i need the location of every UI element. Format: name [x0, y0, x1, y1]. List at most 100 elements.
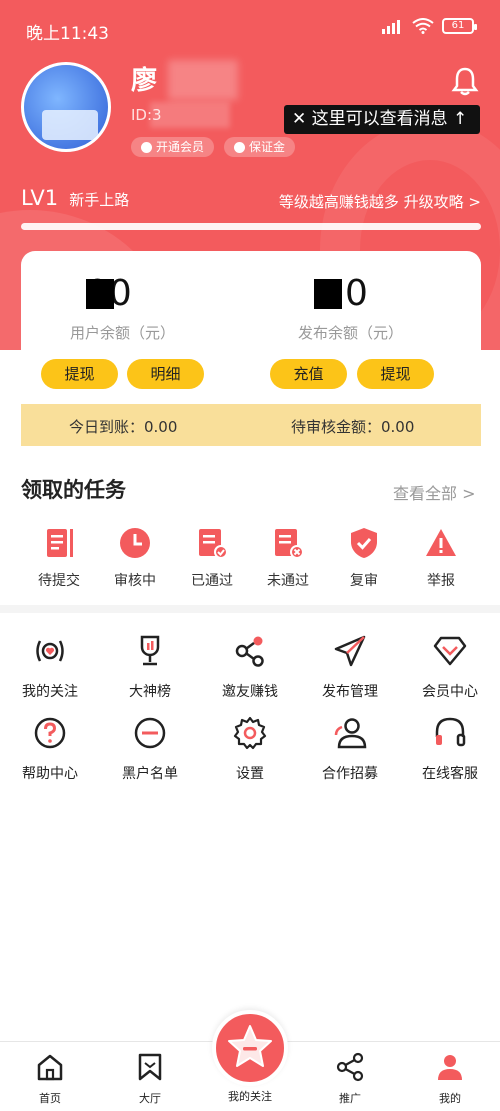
document-icon: [47, 529, 73, 557]
paper-plane-icon: [334, 635, 366, 667]
grid-label: 发布管理: [322, 684, 378, 700]
section-divider: [0, 605, 500, 613]
username: 廖: [131, 66, 162, 96]
avatar[interactable]: [21, 62, 111, 152]
task-rejected[interactable]: 未通过: [248, 526, 328, 590]
nav-home[interactable]: 首页: [20, 1052, 80, 1106]
diamond-icon: [141, 141, 152, 153]
shield-check-icon: [351, 528, 377, 558]
level-row: LV1 新手上路 等级越高赚钱越多 升级攻略 >: [21, 186, 481, 212]
status-time: 晚上11:43: [26, 24, 109, 44]
nav-hall[interactable]: 大厅: [120, 1052, 180, 1106]
task-re-review[interactable]: 复审: [324, 526, 404, 590]
grid-online-service[interactable]: 在线客服: [400, 715, 500, 783]
deposit-tag[interactable]: 保证金: [224, 137, 296, 157]
grid-help-center[interactable]: 帮助中心: [0, 715, 100, 783]
today-received: 今日到账：0.00: [69, 418, 178, 436]
diamond-icon: [433, 636, 467, 666]
user-icon: [438, 1055, 462, 1080]
grid-label: 黑户名单: [122, 766, 178, 782]
vip-tag-label: 开通会员: [156, 140, 205, 154]
grid-my-follow[interactable]: 我的关注: [0, 633, 100, 701]
user-id-mask: [150, 102, 230, 128]
grid-partner-recruit[interactable]: 合作招募: [300, 715, 400, 783]
home-icon: [37, 1054, 63, 1081]
balance-summary: 今日到账：0.00 待审核金额：0.00: [21, 404, 481, 446]
grid-label: 大神榜: [129, 684, 171, 700]
question-icon: [34, 717, 66, 749]
avatar-art: [42, 110, 98, 140]
warning-icon: [426, 529, 456, 556]
grid-label: 邀友赚钱: [222, 684, 278, 700]
star-icon: [228, 1025, 272, 1067]
withdraw-publish-button[interactable]: 提现: [357, 359, 434, 389]
bookmark-icon: [138, 1053, 162, 1081]
grid-label: 合作招募: [322, 766, 378, 782]
view-all-link[interactable]: 查看全部 >: [393, 480, 476, 504]
grid-settings[interactable]: 设置: [200, 715, 300, 783]
grid-label: 我的关注: [22, 684, 78, 700]
nav-label: 我的: [439, 1092, 461, 1105]
grid-member-center[interactable]: 会员中心: [400, 633, 500, 701]
grid-blacklist[interactable]: 黑户名单: [100, 715, 200, 783]
nav-my-follow-button[interactable]: [212, 1010, 288, 1086]
task-approved[interactable]: 已通过: [172, 526, 252, 590]
task-label: 复审: [350, 573, 378, 589]
nav-label: 首页: [39, 1092, 61, 1105]
share-icon: [235, 636, 264, 667]
level-name: 新手上路: [69, 191, 130, 209]
grid-leaderboard[interactable]: 大神榜: [100, 633, 200, 701]
trophy-icon: [140, 635, 160, 666]
status-bar: 晚上11:43 61: [0, 0, 500, 60]
signal-icon: [382, 20, 400, 34]
detail-button[interactable]: 明细: [127, 359, 204, 389]
user-balance-label: 用户余额（元）: [70, 324, 176, 342]
task-label: 举报: [427, 573, 455, 589]
gear-icon: [233, 716, 267, 750]
task-label: 已通过: [191, 573, 233, 589]
clock-icon: [120, 528, 150, 558]
task-label: 待提交: [38, 573, 80, 589]
document-x-icon: [275, 529, 304, 559]
grid-label: 在线客服: [422, 766, 478, 782]
user-icon: [334, 718, 367, 749]
publish-balance-label: 发布余额（元）: [298, 324, 404, 342]
recharge-button[interactable]: 充值: [270, 359, 347, 389]
grid-label: 会员中心: [422, 684, 478, 700]
bell-icon[interactable]: [451, 66, 479, 96]
plus-icon: [234, 141, 245, 153]
nav-mine[interactable]: 我的: [420, 1052, 480, 1106]
user-balance-mask: [86, 279, 114, 309]
withdraw-button[interactable]: 提现: [41, 359, 118, 389]
nav-label: 推广: [339, 1092, 361, 1105]
task-report[interactable]: 举报: [401, 526, 481, 590]
level-badge: LV1: [21, 186, 59, 210]
heart-signal-icon: [36, 640, 64, 662]
nav-label: 我的关注: [228, 1090, 272, 1103]
grid-label: 帮助中心: [22, 766, 78, 782]
deposit-tag-label: 保证金: [249, 140, 286, 154]
tasks-title: 领取的任务: [21, 478, 126, 502]
headset-icon: [435, 717, 466, 747]
grid-publish-manage[interactable]: 发布管理: [300, 633, 400, 701]
status-icons: 61: [380, 18, 477, 34]
share-icon: [336, 1052, 364, 1082]
nav-label: 大厅: [139, 1092, 161, 1105]
task-pending-submit[interactable]: 待提交: [19, 526, 99, 590]
vip-tag[interactable]: 开通会员: [131, 137, 215, 157]
nav-promote[interactable]: 推广: [320, 1052, 380, 1106]
wifi-icon: [412, 18, 434, 34]
level-progress-bar: [21, 223, 481, 230]
publish-balance-amount: 0: [345, 273, 368, 314]
document-check-icon: [199, 529, 228, 559]
grid-label: 设置: [236, 766, 264, 782]
task-reviewing[interactable]: 审核中: [95, 526, 175, 590]
pending-amount: 待审核金额：0.00: [291, 418, 415, 436]
battery-icon: 61: [442, 18, 477, 34]
publish-balance-mask: [314, 279, 342, 309]
task-label: 未通过: [267, 573, 309, 589]
task-label: 审核中: [114, 573, 156, 589]
message-tooltip[interactable]: ✕ 这里可以查看消息 ↑: [284, 105, 480, 134]
upgrade-guide-link[interactable]: 等级越高赚钱越多 升级攻略 >: [279, 191, 481, 212]
grid-invite-earn[interactable]: 邀友赚钱: [200, 633, 300, 701]
